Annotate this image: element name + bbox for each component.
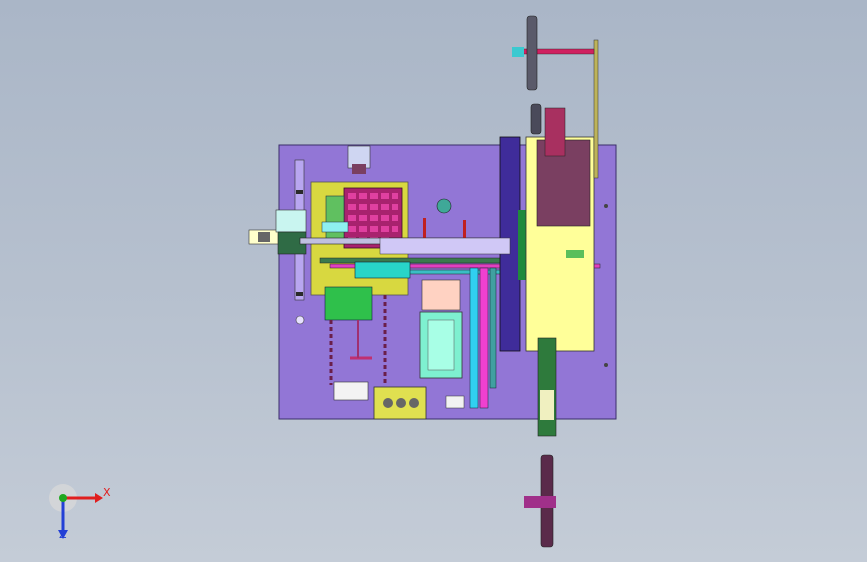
corner-dot <box>604 204 608 208</box>
green-plate[interactable] <box>324 286 373 321</box>
peach-block[interactable] <box>421 279 461 311</box>
small-white-block <box>445 395 465 409</box>
bottom-arm[interactable] <box>537 337 557 437</box>
mint-housing-inner <box>427 319 455 371</box>
top-wheel[interactable] <box>526 15 538 91</box>
x-axis-label: X <box>103 486 111 499</box>
bottom-bracket[interactable] <box>333 381 369 401</box>
small-block <box>544 107 566 157</box>
bottom-hub <box>524 496 556 508</box>
cyan-column[interactable] <box>469 267 479 409</box>
teal-knob[interactable] <box>436 198 452 214</box>
small-wheel[interactable] <box>530 103 542 135</box>
right-thin-bar <box>593 39 599 179</box>
triad-graphic <box>49 484 103 539</box>
corner-dot <box>604 363 608 367</box>
small-green-block <box>566 250 584 258</box>
teal-column[interactable] <box>489 267 497 389</box>
control-knob[interactable] <box>409 398 419 408</box>
top-shaft[interactable] <box>513 48 595 55</box>
mount-hole <box>295 315 305 325</box>
green-spindle[interactable] <box>325 195 345 243</box>
red-marker <box>423 218 426 240</box>
control-knob[interactable] <box>383 398 393 408</box>
control-knob[interactable] <box>396 398 406 408</box>
left-rail-mark <box>296 190 303 194</box>
cyan-block[interactable] <box>275 209 307 233</box>
cyan-collar <box>321 221 349 233</box>
z-axis-label: Z <box>59 528 67 541</box>
left-cylinder-cap <box>258 232 270 242</box>
left-rail-mark <box>296 292 303 296</box>
x-axis-arrow <box>95 493 103 503</box>
coordinate-triad: X Z <box>45 478 125 548</box>
red-marker <box>463 220 466 240</box>
magenta-column[interactable] <box>479 267 489 409</box>
lavender-slide[interactable] <box>379 237 511 255</box>
cyan-slider[interactable] <box>354 261 411 279</box>
bottom-arm-light <box>540 390 554 420</box>
assembly-drawing[interactable] <box>0 0 867 562</box>
green-strip <box>518 210 526 280</box>
top-clamp-block <box>352 164 366 174</box>
top-hub <box>512 47 524 57</box>
cad-viewport[interactable]: X Z <box>0 0 867 562</box>
y-axis-dot <box>59 494 67 502</box>
